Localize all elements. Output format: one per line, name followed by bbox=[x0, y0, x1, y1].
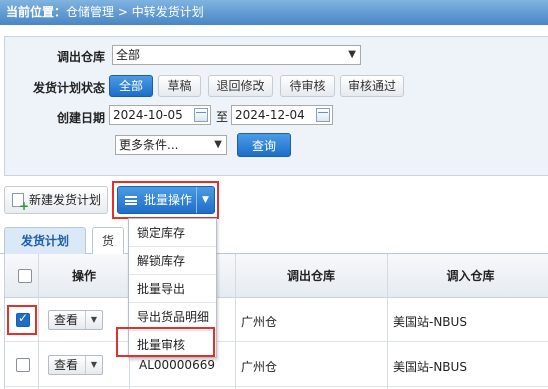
status-label: 发货计划状态 bbox=[32, 81, 105, 95]
batch-operation-label: 批量操作 bbox=[144, 193, 193, 207]
view-button[interactable]: 查看 ▼ bbox=[48, 355, 103, 375]
more-conditions-select[interactable]: 更多条件... ▼ bbox=[115, 135, 227, 155]
chevron-down-icon: ▼ bbox=[214, 139, 222, 150]
row-checkbox[interactable] bbox=[16, 358, 30, 372]
new-plan-label: 新建发货计划 bbox=[29, 193, 102, 207]
warehouse-label: 调出仓库 bbox=[56, 50, 105, 64]
view-button-label: 查看 bbox=[54, 358, 79, 372]
more-conditions-value: 更多条件... bbox=[119, 138, 179, 152]
table-header: 操作 调出仓库 调入仓库 bbox=[5, 254, 548, 298]
batch-operation-button[interactable]: 批量操作 ▼ bbox=[117, 186, 215, 214]
table-row: 查看 ▼ AL00000669 广州仓 美国站-NBUS bbox=[5, 343, 548, 387]
checkbox-highlight bbox=[7, 305, 37, 335]
column-header-to-warehouse: 调入仓库 bbox=[446, 269, 495, 283]
status-option-draft[interactable]: 草稿 bbox=[158, 75, 201, 97]
status-option-approved[interactable]: 审核通过 bbox=[340, 75, 404, 97]
date-to-input[interactable]: 2024-12-04 bbox=[231, 105, 333, 125]
calendar-icon[interactable] bbox=[194, 108, 208, 122]
chevron-down-icon: ▼ bbox=[348, 49, 356, 60]
breadcrumb-path: 仓储管理 > 中转发货计划 bbox=[66, 5, 204, 19]
table-row: 查看 ▼ 广州仓 美国站-NBUS bbox=[5, 298, 548, 342]
menu-item-lock-stock[interactable]: 锁定库存 bbox=[129, 219, 216, 247]
chevron-down-icon[interactable]: ▼ bbox=[196, 187, 214, 213]
breadcrumb-prefix: 当前位置： bbox=[6, 5, 67, 19]
date-label: 创建日期 bbox=[56, 111, 105, 125]
date-from-value: 2024-10-05 bbox=[113, 108, 183, 122]
status-option-all[interactable]: 全部 bbox=[109, 75, 153, 97]
date-separator: 至 bbox=[216, 110, 229, 124]
from-warehouse-cell: 广州仓 bbox=[241, 360, 278, 374]
view-button-label: 查看 bbox=[54, 313, 79, 327]
date-from-input[interactable]: 2024-10-05 bbox=[109, 105, 211, 125]
tab-shipping-plan[interactable]: 发货计划 bbox=[4, 227, 86, 254]
column-header-actions: 操作 bbox=[71, 269, 96, 283]
tab-goods[interactable]: 货 bbox=[92, 227, 124, 254]
breadcrumb: 当前位置：仓储管理 > 中转发货计划 bbox=[0, 0, 548, 25]
menu-item-unlock-stock[interactable]: 解锁库存 bbox=[129, 247, 216, 275]
from-warehouse-cell: 广州仓 bbox=[241, 315, 278, 329]
query-button[interactable]: 查询 bbox=[237, 133, 291, 157]
plan-table: 操作 调出仓库 调入仓库 查看 ▼ 广州仓 美国站-NBUS 查看 ▼ AL00… bbox=[4, 254, 548, 389]
select-all-checkbox[interactable] bbox=[18, 269, 32, 283]
status-option-returned[interactable]: 退回修改 bbox=[208, 75, 273, 97]
column-header-from-warehouse: 调出仓库 bbox=[286, 269, 335, 283]
tab-bar: 发货计划 货 bbox=[0, 227, 548, 254]
warehouse-select[interactable]: 全部 ▼ bbox=[112, 45, 361, 65]
date-to-value: 2024-12-04 bbox=[235, 108, 305, 122]
warehouse-select-value: 全部 bbox=[116, 48, 141, 62]
new-plan-button[interactable]: 新建发货计划 bbox=[4, 186, 108, 214]
add-document-icon bbox=[12, 193, 29, 212]
view-button[interactable]: 查看 ▼ bbox=[48, 310, 103, 330]
plan-code-cell[interactable]: AL00000669 bbox=[139, 358, 215, 372]
chevron-down-icon[interactable]: ▼ bbox=[85, 311, 102, 329]
calendar-icon[interactable] bbox=[316, 108, 330, 122]
to-warehouse-cell: 美国站-NBUS bbox=[393, 315, 467, 329]
menu-item-highlight bbox=[116, 327, 215, 357]
to-warehouse-cell: 美国站-NBUS bbox=[393, 360, 467, 374]
list-icon bbox=[125, 196, 137, 205]
chevron-down-icon[interactable]: ▼ bbox=[85, 356, 102, 374]
filter-panel: 调出仓库 全部 ▼ 发货计划状态 全部 草稿 退回修改 待审核 审核通过 创建日… bbox=[4, 36, 548, 176]
status-option-pending[interactable]: 待审核 bbox=[280, 75, 335, 97]
menu-item-batch-export[interactable]: 批量导出 bbox=[129, 275, 216, 303]
